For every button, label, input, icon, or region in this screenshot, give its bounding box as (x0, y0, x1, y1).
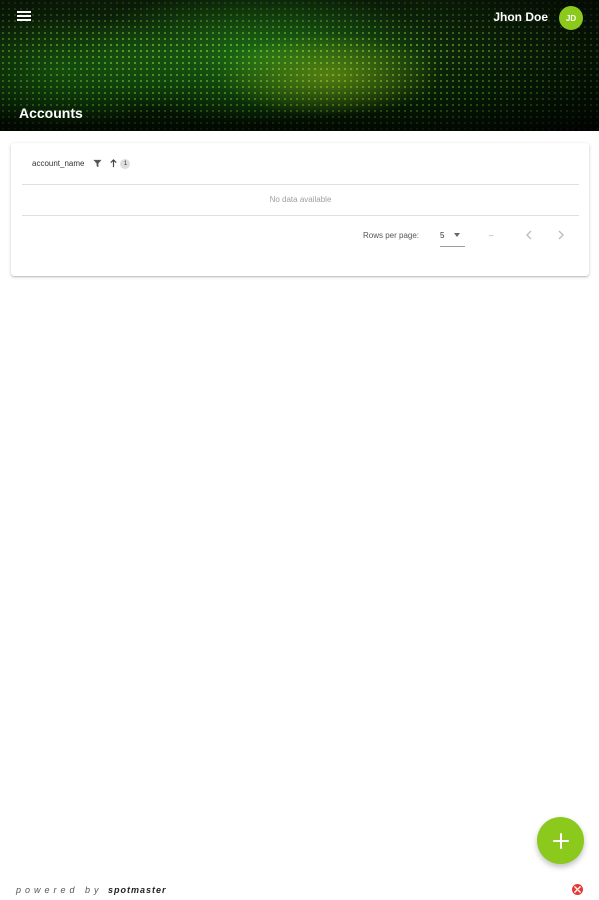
powered-by-footer: powered by spotmaster (16, 885, 167, 895)
accounts-table-card: account_name 1 No data available Rows pe… (11, 143, 589, 276)
chevron-down-icon (454, 233, 460, 237)
rows-per-page-label: Rows per page: (363, 231, 420, 240)
chevron-right-icon[interactable] (553, 227, 569, 243)
user-name[interactable]: Jhon Doe (493, 10, 548, 24)
rows-per-page-value: 5 (440, 231, 445, 240)
sort-order-badge: 1 (120, 158, 131, 169)
close-icon[interactable] (572, 884, 583, 895)
filter-icon[interactable] (93, 159, 103, 168)
arrow-up-icon[interactable] (109, 159, 118, 168)
column-header-account-name[interactable]: account_name (32, 159, 84, 168)
close-x-icon (574, 886, 581, 893)
pagination-range: – (489, 231, 494, 240)
chevron-left-icon[interactable] (521, 227, 537, 243)
empty-state-text: No data available (22, 185, 579, 216)
add-account-button[interactable] (537, 817, 584, 864)
avatar[interactable]: JD (559, 6, 583, 30)
header-banner: Jhon Doe JD Accounts (0, 0, 599, 131)
rows-per-page-select[interactable]: 5 (440, 226, 465, 247)
table-header: account_name 1 (22, 143, 579, 185)
brand-name: spotmaster (108, 885, 167, 895)
page-title: Accounts (19, 105, 83, 121)
menu-icon[interactable] (17, 11, 31, 23)
plus-icon (552, 832, 569, 849)
powered-by-text: powered by (16, 885, 103, 895)
